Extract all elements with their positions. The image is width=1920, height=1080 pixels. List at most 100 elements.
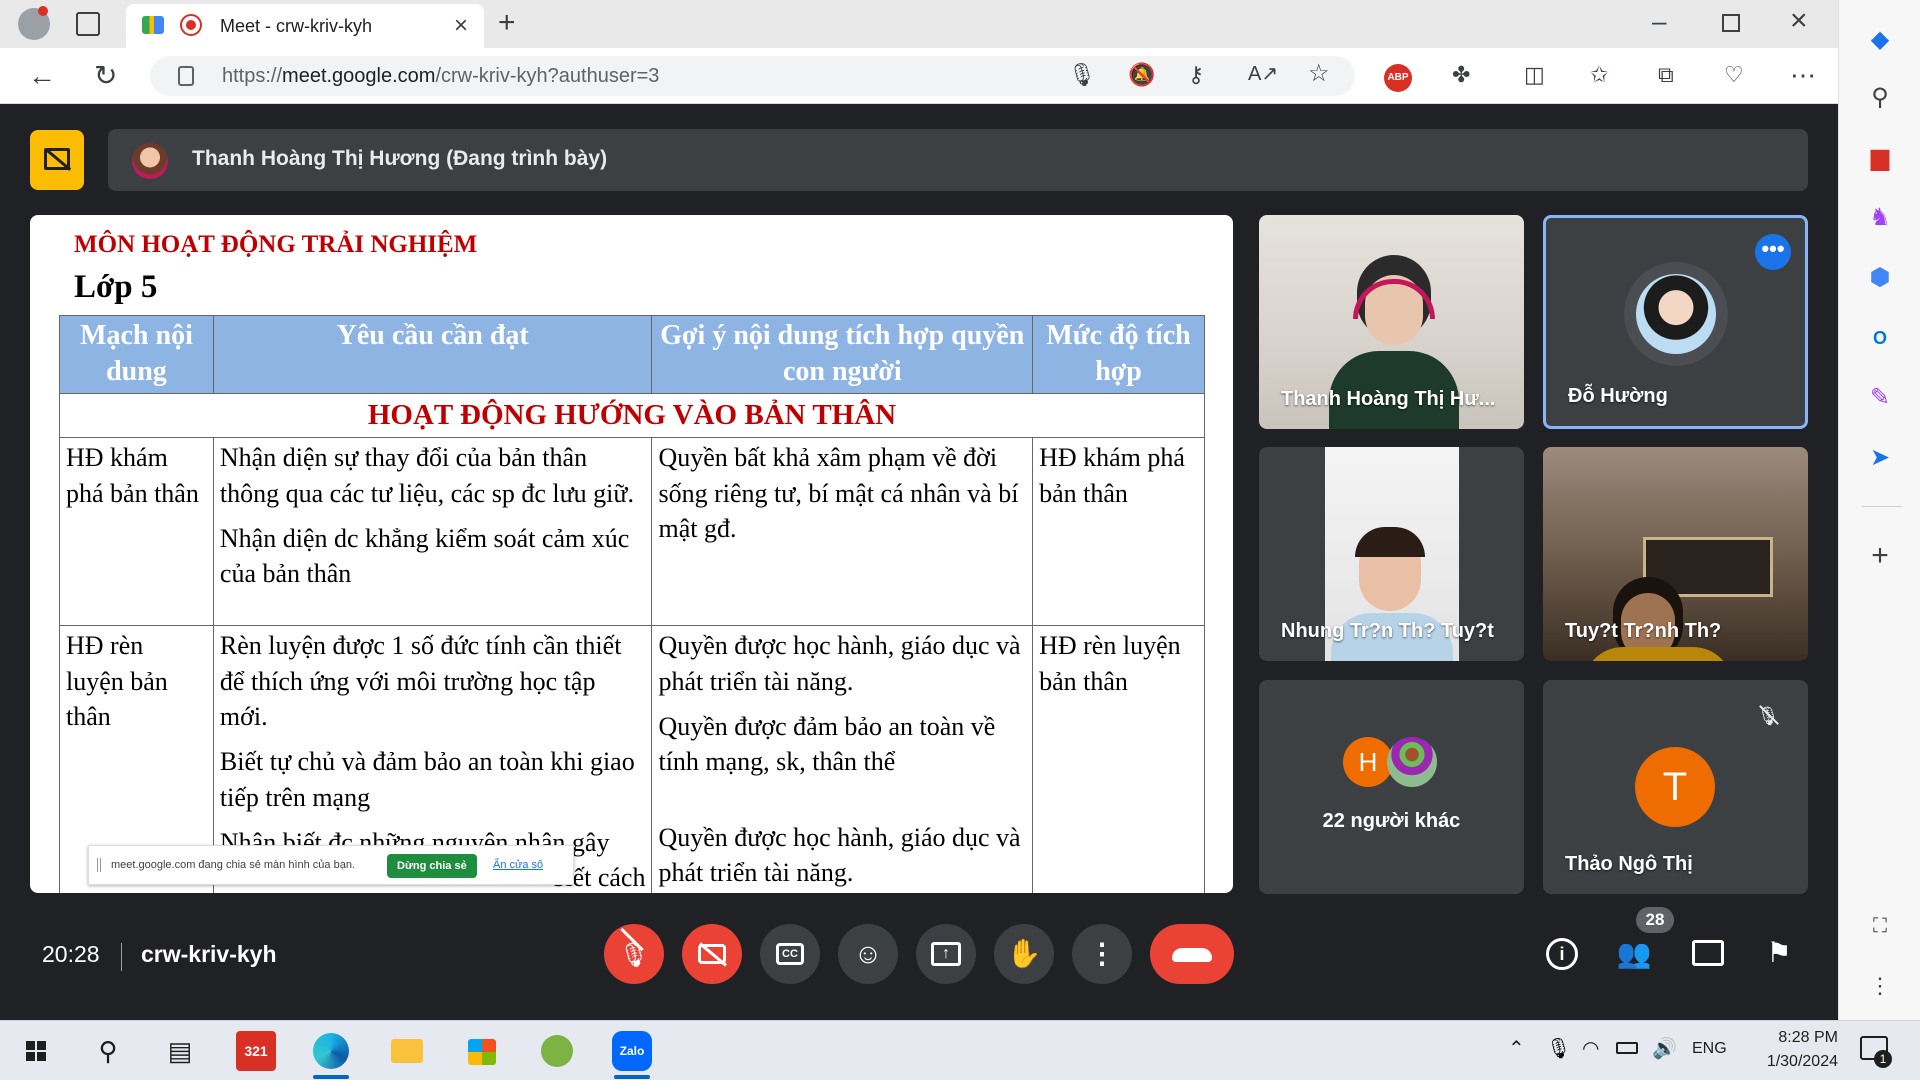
- raise-hand-button[interactable]: ✋: [994, 924, 1054, 984]
- present-screen-icon: ↑: [931, 942, 961, 966]
- drop-icon[interactable]: ➤: [1860, 438, 1900, 478]
- task-view-icon[interactable]: ▤: [160, 1031, 200, 1071]
- presentation-icon[interactable]: [30, 130, 84, 190]
- tab-close-icon[interactable]: ×: [454, 12, 468, 40]
- requirement-text: Biết tự chủ và đảm bảo an toàn khi giao …: [219, 747, 635, 812]
- table-row: HĐ khám phá bản thân Nhận diện sự thay đ…: [59, 437, 1205, 627]
- system-clock[interactable]: 8:28 PM 1/30/2024: [1738, 1026, 1838, 1074]
- participant-tile[interactable]: 🎙 T Thảo Ngô Thị: [1543, 680, 1808, 894]
- participant-tile[interactable]: Thanh Hoàng Thị Hư...: [1259, 215, 1524, 429]
- presenter-name: Thanh Hoàng Thị Hương (Đang trình bày): [192, 147, 608, 170]
- new-tab-icon[interactable]: +: [498, 8, 516, 38]
- back-icon[interactable]: ←: [28, 62, 56, 90]
- taskbar-search-icon[interactable]: ⚲: [88, 1031, 128, 1071]
- sidebar-settings-icon[interactable]: ⋮: [1860, 966, 1900, 1006]
- mic-off-icon: 🎙: [619, 926, 649, 986]
- file-explorer-icon[interactable]: [387, 1031, 427, 1071]
- active-tab[interactable]: Meet - crw-kriv-kyh ×: [126, 4, 484, 48]
- header-requirements: Yêu cầu cần đạt: [212, 315, 653, 394]
- add-sidebar-app-icon[interactable]: +: [1860, 536, 1900, 576]
- favorites-icon[interactable]: ✩: [1590, 64, 1608, 86]
- share-notice: meet.google.com đang chia sẻ màn hình củ…: [88, 845, 574, 885]
- minimize-icon[interactable]: –: [1652, 8, 1666, 34]
- app-calendar-icon[interactable]: 321: [236, 1031, 276, 1071]
- designer-icon[interactable]: ✎: [1860, 378, 1900, 418]
- url-text[interactable]: https://meet.google.com/crw-kriv-kyh?aut…: [222, 65, 659, 88]
- more-options-button[interactable]: ⋮: [1072, 924, 1132, 984]
- key-icon[interactable]: ⚷: [1188, 64, 1204, 86]
- search-icon[interactable]: ⚲: [1860, 78, 1900, 118]
- edge-app-icon[interactable]: [311, 1031, 351, 1071]
- drag-handle-icon[interactable]: [97, 858, 101, 872]
- participant-tile[interactable]: Tuy?t Tr?nh Th?: [1543, 447, 1808, 661]
- sidebar-divider: [1862, 506, 1902, 507]
- present-screen-button[interactable]: ↑: [916, 924, 976, 984]
- presenter-avatar: [132, 143, 168, 179]
- start-icon[interactable]: [16, 1031, 56, 1071]
- header-level: Mức độ tích hợp: [1032, 315, 1205, 394]
- more-options-icon[interactable]: •••: [1755, 234, 1791, 270]
- rights-text: Quyền được học hành, giáo dục và phát tr…: [658, 631, 1021, 696]
- browser-essentials-icon[interactable]: ♡: [1724, 64, 1744, 86]
- row-rights: Quyền bất khả xâm phạm về đời sống riêng…: [651, 437, 1034, 627]
- battery-icon[interactable]: [1616, 1042, 1638, 1054]
- close-window-icon[interactable]: ×: [1790, 6, 1808, 36]
- games-icon[interactable]: ♞: [1860, 198, 1900, 238]
- microsoft365-icon[interactable]: ⬢: [1860, 258, 1900, 298]
- coccoc-icon[interactable]: [537, 1031, 577, 1071]
- more-vert-icon: ⋮: [1088, 938, 1116, 969]
- people-button[interactable]: 👥: [1612, 932, 1656, 976]
- tab-actions-icon[interactable]: [76, 12, 100, 36]
- meeting-details-icon[interactable]: i: [1546, 938, 1578, 970]
- copilot-icon[interactable]: ◆: [1860, 20, 1900, 60]
- edge-active-indicator: [313, 1075, 349, 1079]
- section-row: HOẠT ĐỘNG HƯỚNG VÀO BẢN THÂN: [59, 392, 1205, 439]
- restore-icon[interactable]: [1722, 14, 1740, 32]
- settings-more-icon[interactable]: ⋯: [1790, 62, 1816, 88]
- others-tile[interactable]: H 22 người khác: [1259, 680, 1524, 894]
- outlook-icon[interactable]: O: [1860, 318, 1900, 358]
- show-hidden-icons[interactable]: ⌃: [1508, 1036, 1525, 1061]
- leave-call-button[interactable]: [1150, 924, 1234, 984]
- mic-off-button[interactable]: 🎙: [604, 924, 664, 984]
- row-requirements: Nhận diện sự thay đổi của bản thân thông…: [212, 437, 653, 627]
- requirement-text: Rèn luyện được 1 số đức tính cần thiết đ…: [219, 631, 622, 731]
- zalo-icon[interactable]: Zalo: [612, 1031, 652, 1071]
- profile-avatar[interactable]: [18, 6, 50, 40]
- store-icon[interactable]: [462, 1031, 502, 1071]
- microphone-icon[interactable]: 🎙: [1068, 64, 1096, 86]
- table-header-row: Mạch nội dung Yêu cầu cần đạt Gợi ý nội …: [59, 315, 1205, 394]
- favorite-star-icon[interactable]: ☆: [1308, 62, 1330, 86]
- extensions-icon[interactable]: ✤: [1452, 64, 1470, 86]
- refresh-icon[interactable]: ↻: [94, 62, 117, 90]
- participant-name: Đỗ Hường: [1568, 385, 1668, 407]
- adblock-icon[interactable]: ABP: [1384, 64, 1412, 92]
- camera-off-button[interactable]: [682, 924, 742, 984]
- wifi-icon[interactable]: ◠: [1582, 1036, 1599, 1061]
- address-bar[interactable]: https://meet.google.com/crw-kriv-kyh?aut…: [150, 56, 1355, 96]
- collections-icon[interactable]: ⧉: [1658, 64, 1674, 86]
- captions-button[interactable]: CC: [760, 924, 820, 984]
- tray-mic-icon[interactable]: 🎙: [1546, 1036, 1571, 1061]
- presenter-banner: Thanh Hoàng Thị Hương (Đang trình bày): [108, 129, 1808, 191]
- participant-tile[interactable]: Nhung Tr?n Th? Tuy?t: [1259, 447, 1524, 661]
- split-screen-icon[interactable]: ◫: [1524, 64, 1545, 86]
- read-aloud-icon[interactable]: A↗: [1248, 64, 1278, 84]
- participant-tile-active[interactable]: ••• Đỗ Hường: [1543, 215, 1808, 429]
- volume-icon[interactable]: 🔊: [1652, 1036, 1677, 1061]
- chat-icon[interactable]: [1692, 940, 1724, 966]
- hide-window-link[interactable]: Ẩn cửa số: [493, 859, 543, 871]
- end-call-icon: [1172, 948, 1212, 962]
- input-language[interactable]: ENG: [1692, 1040, 1727, 1058]
- reactions-button[interactable]: ☺: [838, 924, 898, 984]
- notifications-blocked-icon[interactable]: 🔕: [1128, 64, 1155, 86]
- screenshot-icon[interactable]: ⛶: [1860, 906, 1900, 946]
- row-level: HĐ khám phá bản thân: [1032, 437, 1205, 627]
- lock-icon: [178, 66, 194, 86]
- tools-icon[interactable]: ▆: [1860, 138, 1900, 178]
- others-count-label: 22 người khác: [1322, 810, 1461, 832]
- activities-icon[interactable]: ⚑: [1762, 934, 1796, 972]
- stop-sharing-button[interactable]: Dừng chia sẻ: [387, 854, 477, 878]
- section-title: HOẠT ĐỘNG HƯỚNG VÀO BẢN THÂN: [59, 392, 1205, 439]
- people-icon: 👥: [1616, 938, 1652, 969]
